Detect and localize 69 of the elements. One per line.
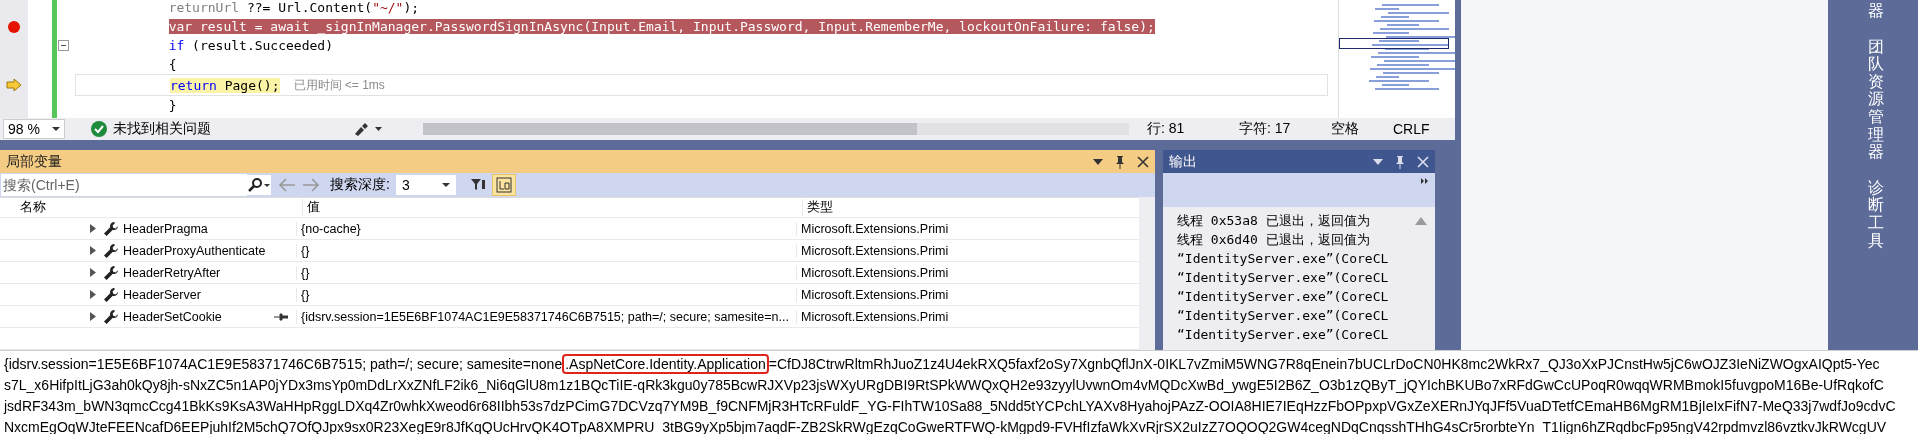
dropdown-icon[interactable] bbox=[1373, 158, 1383, 165]
tooltip-text: NxcmEgOqWJteFEENcafD6EEPjuhIf2M5chQ7OfQJpx9sx0R23XegE9r8JfKqQUcHrvQK4OTpA8XMPRU_3tBG9yXp5bjm7aqdF-ZB2SkRWgEzqCoGweRTFWQ-kMgpd9-FVHfIzfaWkXvRjrSX2uIzZ7OQOQ2GW4cegNDqCnqsshTHhG4sCr5rorbteYn_T1Iign6hZRqdbcFp95ngV42rpdmvzl86vztkvJkRWcgUV bbox=[4, 419, 1887, 434]
check-icon bbox=[91, 121, 107, 137]
wrench-icon bbox=[103, 242, 119, 259]
variable-name: HeaderSetCookie bbox=[123, 309, 222, 324]
brush-icon[interactable] bbox=[353, 122, 383, 136]
output-line: “IdentityServer.exe”(CoreCL bbox=[1177, 250, 1389, 268]
wrench-icon bbox=[103, 264, 119, 281]
panel-title: 输出 bbox=[1169, 152, 1197, 171]
search-depth-dropdown[interactable]: 3 bbox=[395, 175, 456, 195]
highlighted-cookie-name: .AspNetCore.Identity.Application bbox=[562, 354, 769, 374]
close-icon[interactable] bbox=[1137, 155, 1149, 168]
expand-arrow-icon[interactable] bbox=[90, 268, 96, 277]
pin-icon[interactable] bbox=[274, 312, 288, 321]
output-line: “IdentityServer.exe”(CoreCL bbox=[1177, 326, 1389, 344]
code-line: returnUrl ??= Url.Content("~/"); bbox=[168, 0, 420, 15]
pin-icon[interactable] bbox=[1115, 154, 1125, 169]
output-line: 线程 0x6d40 已退出，返回值为 bbox=[1177, 231, 1371, 249]
line-number-status: 行: 81 bbox=[1147, 120, 1186, 138]
wrench-icon bbox=[103, 286, 119, 303]
column-header[interactable]: 名称 bbox=[14, 199, 302, 216]
breakpoint-margin[interactable] bbox=[0, 0, 28, 118]
column-status: 字符: 17 bbox=[1239, 120, 1292, 138]
panel-title: 局部变量 bbox=[6, 152, 62, 171]
elapsed-time-hint: 已用时间 <= 1ms bbox=[293, 76, 385, 94]
pin-filter-icon[interactable] bbox=[469, 177, 486, 193]
tooltip-text: =CfDJ8CtrwRltmRhJuoZ1z4U4ekRXQ5faxf2oSy7XgnbQflJnX-0IKL7vZmiM5WNG7R8qEnein7bUCLrDoCN0HK8mc2WkRx7_QJ3oXxPJCnstHw5jC6wOJZ3IeNiZWOgxAIQpt5-Yec bbox=[768, 356, 1880, 372]
pin-icon[interactable] bbox=[1395, 154, 1405, 169]
tooltip-text: {idsrv.session=1E5E6BF1074AC1E9E58371746C6B7515; path=/; secure; samesite=none bbox=[4, 356, 563, 372]
search-icon[interactable] bbox=[247, 178, 271, 192]
code-line: } bbox=[168, 98, 177, 113]
zoom-dropdown[interactable]: 98 % bbox=[3, 119, 65, 139]
value-cell: {} bbox=[296, 287, 796, 302]
side-tab[interactable]: 器 bbox=[1868, 2, 1884, 20]
tooltip-text: s7L_x6HifpItLjG3ah0kQy8jh-sNxZC5n1AP0jYDx3msYp0mDdLrXxZNfLF2ik6_Ni6qGlU8m1z1BQcTiIE-qRk3kgu0y785BcwRJXVp23jsWXyURgDBI9RtSPkWWQxQH2e93zyylUvwnOm4vMQDcXwBd_ywgE5I2B6Z_O3b1zQByT_jQYIchBKUBo7xRFdGwCcUPoqR0wqqWRMBmokI5fuvgpoM16Be-UfRqkofC bbox=[4, 377, 1884, 393]
variable-name: HeaderPragma bbox=[123, 221, 208, 236]
horizontal-scrollbar[interactable] bbox=[423, 123, 1129, 135]
collapse-toggle[interactable] bbox=[58, 40, 69, 51]
value-cell: {} bbox=[296, 243, 796, 258]
side-tab[interactable]: 诊断工具 bbox=[1868, 178, 1884, 250]
code-line: { bbox=[168, 57, 177, 72]
overflow-chevron-icon[interactable] bbox=[1421, 178, 1429, 184]
side-tab[interactable]: 团队资源管理器 bbox=[1868, 37, 1884, 161]
code-line: if (result.Succeeded) bbox=[168, 38, 333, 53]
variable-name: HeaderServer bbox=[123, 287, 201, 302]
search-depth-label: 搜索深度: bbox=[330, 176, 390, 194]
expand-arrow-icon[interactable] bbox=[90, 312, 96, 321]
issues-status[interactable]: 未找到相关问题 bbox=[113, 120, 211, 138]
tooltip-text: jsdRF343m_bWN3qmcCcg41BkKs9KsA3WaHHpRggLDXq4Zr0whkXweod6r68IIbh53s7dzPCimG7DCVzq7YM9B_f9CNFMjR3HTcRFuldF_YG-FIhTW10Sa88_5Ndd5tYCPchLYAXv8HyahojPAzZ-OOIA8HIE7IEqHzzFbOPpxpVGxZeXERnJYqJFf5VuaDTetfCEmaHB6MgRM1BjIeIxFifN7-MeQ33j7wdfJo9cdvC bbox=[4, 398, 1896, 414]
output-line: “IdentityServer.exe”(CoreCL bbox=[1177, 307, 1389, 325]
column-header[interactable]: 值 bbox=[302, 199, 802, 216]
wrench-icon bbox=[103, 308, 119, 325]
dropdown-icon[interactable] bbox=[1093, 158, 1103, 165]
expand-arrow-icon[interactable] bbox=[90, 290, 96, 299]
value-cell: {idsrv.session=1E5E6BF1074AC1E9E58371746C6B7515; path=/; secure; samesite=n... bbox=[296, 309, 796, 324]
indent-status[interactable]: 空格 bbox=[1331, 120, 1393, 138]
output-line: “IdentityServer.exe”(CoreCL bbox=[1177, 288, 1389, 306]
wrench-icon bbox=[103, 220, 119, 237]
output-line: 线程 0x53a8 已退出，返回值为 bbox=[1177, 212, 1371, 230]
expand-arrow-icon[interactable] bbox=[90, 224, 96, 233]
variable-name: HeaderProxyAuthenticate bbox=[123, 243, 266, 258]
value-cell: {no-cache} bbox=[296, 221, 796, 236]
output-line: “IdentityServer.exe”(CoreCL bbox=[1177, 269, 1389, 287]
breakpoint-icon[interactable] bbox=[7, 19, 21, 34]
value-cell: {} bbox=[296, 265, 796, 280]
expand-arrow-icon[interactable] bbox=[90, 246, 96, 255]
line-ending-status[interactable]: CRLF bbox=[1393, 121, 1455, 137]
variable-name: HeaderRetryAfter bbox=[123, 265, 221, 280]
hex-display-toggle[interactable] bbox=[491, 174, 516, 196]
